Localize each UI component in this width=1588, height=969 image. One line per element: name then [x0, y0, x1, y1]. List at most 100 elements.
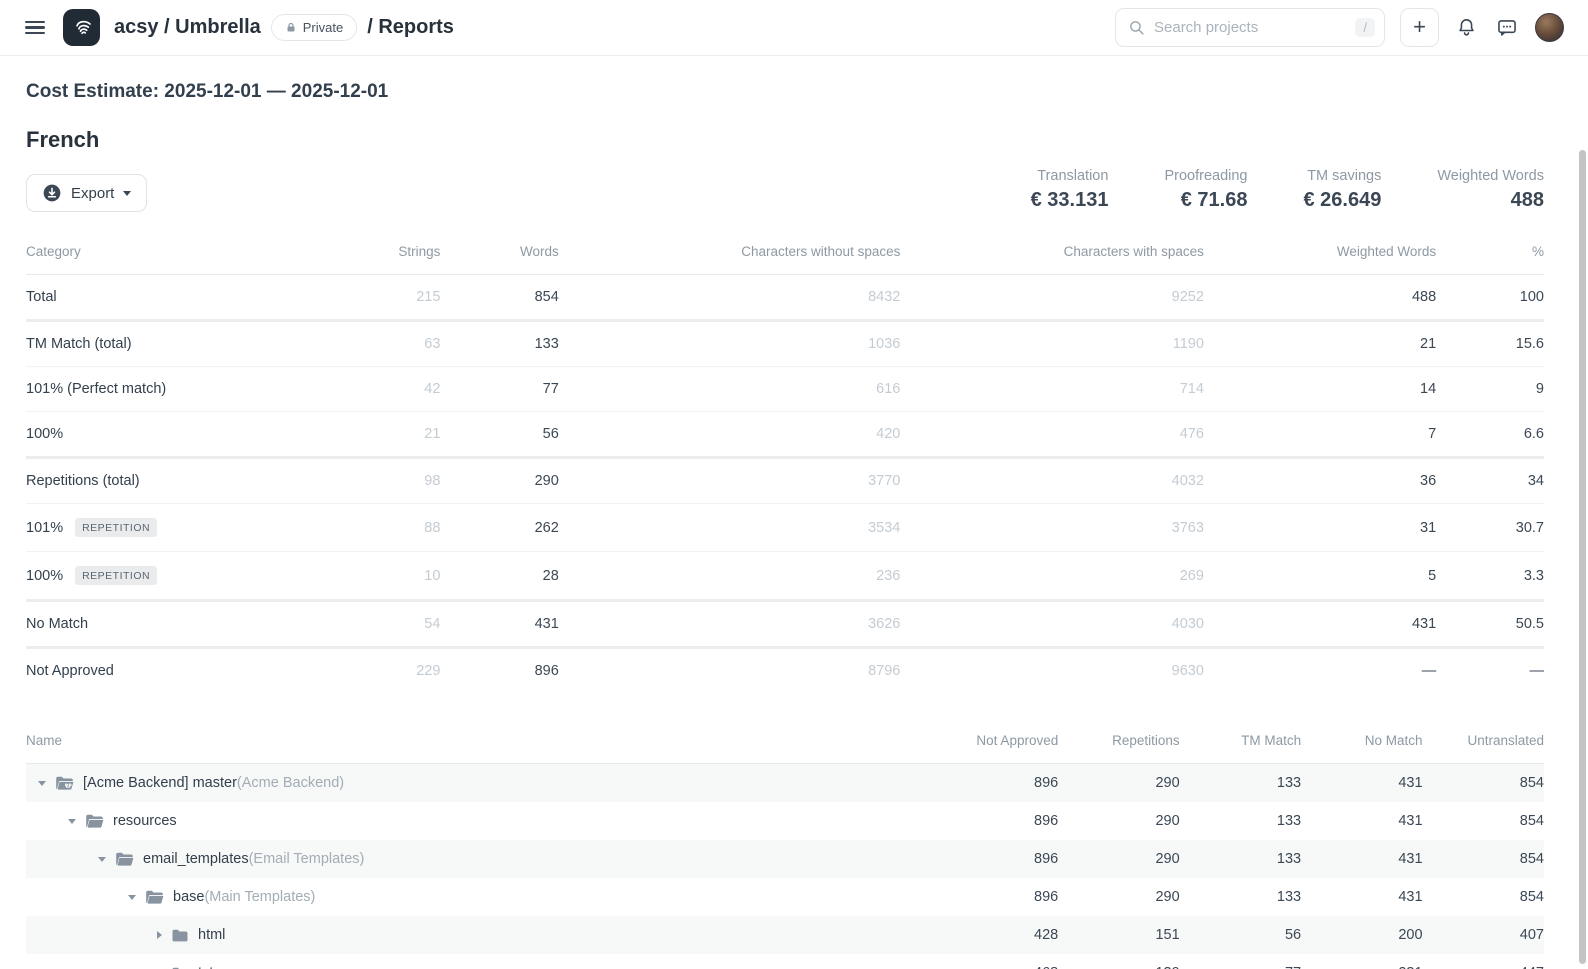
col-weighted-words: Weighted Words	[1204, 229, 1436, 275]
breadcrumb-project[interactable]: acsy / Umbrella	[114, 16, 261, 39]
chevron-down-icon	[123, 191, 131, 196]
chars-without-value: 236	[559, 552, 901, 601]
repetitions-value: 151	[1058, 916, 1179, 954]
chars-with-value: 3763	[900, 504, 1204, 552]
repetitions-value: 290	[1058, 802, 1179, 840]
chars-without-value: 8796	[559, 648, 901, 694]
chat-icon	[1496, 17, 1518, 38]
chars-without-value: 616	[559, 367, 901, 412]
file-name: txt	[198, 965, 213, 969]
strings-value: 98	[330, 458, 441, 504]
weighted-value: —	[1204, 648, 1436, 694]
untranslated-value: 854	[1423, 764, 1544, 803]
export-button-label: Export	[71, 185, 114, 202]
export-button[interactable]: Export	[26, 174, 147, 212]
tree-row-folder[interactable]: base(Main Templates) 896 290 133 431 854	[26, 878, 1544, 916]
caret-down-icon[interactable]	[38, 781, 46, 786]
page-title: Cost Estimate: 2025-12-01 — 2025-12-01	[26, 81, 1544, 103]
table-row: Total 215 854 8432 9252 488 100	[26, 275, 1544, 321]
tm-match-value: 77	[1180, 954, 1301, 969]
chars-without-value: 420	[559, 412, 901, 458]
weighted-value: 31	[1204, 504, 1436, 552]
folder-open-icon	[145, 889, 164, 905]
file-name: email_templates	[143, 851, 249, 867]
stat-value: € 33.131	[1031, 189, 1109, 212]
no-match-value: 431	[1301, 840, 1422, 878]
category-label: Repetitions (total)	[26, 473, 140, 489]
col-name: Name	[26, 718, 823, 764]
chars-with-value: 476	[900, 412, 1204, 458]
not-approved-value: 896	[823, 878, 1058, 916]
percent-value: 6.6	[1436, 412, 1544, 458]
nav-actions: / +	[1115, 8, 1564, 47]
vertical-scrollbar[interactable]	[1579, 150, 1586, 964]
table-row: Not Approved 229 896 8796 9630 — —	[26, 648, 1544, 694]
tree-row-folder[interactable]: txt 468 139 77 231 447	[26, 954, 1544, 969]
words-value: 28	[440, 552, 558, 601]
words-value: 431	[440, 601, 558, 648]
strings-value: 215	[330, 275, 441, 321]
col-words: Words	[440, 229, 558, 275]
strings-value: 54	[330, 601, 441, 648]
tree-row-folder[interactable]: resources 896 290 133 431 854	[26, 802, 1544, 840]
tree-row-branch[interactable]: [Acme Backend] master(Acme Backend) 896 …	[26, 764, 1544, 803]
messages-button[interactable]	[1494, 15, 1520, 40]
table-row: No Match 54 431 3626 4030 431 50.5	[26, 601, 1544, 648]
category-label: 101% (Perfect match)	[26, 381, 166, 397]
breadcrumb-section: / Reports	[367, 16, 454, 39]
search-box[interactable]: /	[1115, 8, 1385, 47]
words-value: 133	[440, 321, 558, 367]
col-untranslated: Untranslated	[1423, 718, 1544, 764]
logo-icon	[70, 16, 94, 40]
no-match-value: 431	[1301, 802, 1422, 840]
repetitions-value: 290	[1058, 878, 1179, 916]
table-row: 101% (Perfect match) 42 77 616 714 14 9	[26, 367, 1544, 412]
words-value: 262	[440, 504, 558, 552]
category-label: TM Match (total)	[26, 336, 132, 352]
create-project-button[interactable]: +	[1400, 8, 1439, 47]
chars-without-value: 8432	[559, 275, 901, 321]
user-avatar[interactable]	[1535, 13, 1564, 42]
file-name-suffix: (Acme Backend)	[237, 775, 344, 791]
caret-down-icon[interactable]	[98, 857, 106, 862]
tree-row-folder[interactable]: html 428 151 56 200 407	[26, 916, 1544, 954]
caret-right-icon[interactable]	[157, 931, 162, 939]
category-label: 100%	[26, 568, 63, 584]
percent-value: 50.5	[1436, 601, 1544, 648]
untranslated-value: 854	[1423, 802, 1544, 840]
app-logo[interactable]	[63, 9, 100, 46]
not-approved-value: 896	[823, 802, 1058, 840]
file-name: base	[173, 889, 204, 905]
caret-down-icon[interactable]	[68, 819, 76, 824]
private-badge: Private	[271, 14, 357, 41]
chars-with-value: 4032	[900, 458, 1204, 504]
stat-weighted-words: Weighted Words 488	[1437, 168, 1544, 212]
search-input[interactable]	[1154, 19, 1346, 36]
percent-value: 30.7	[1436, 504, 1544, 552]
col-percent: %	[1436, 229, 1544, 275]
cost-table-header-row: Category Strings Words Characters withou…	[26, 229, 1544, 275]
chars-with-value: 1190	[900, 321, 1204, 367]
folder-branch-icon	[55, 775, 74, 791]
menu-icon[interactable]	[25, 21, 45, 35]
tree-row-folder[interactable]: email_templates(Email Templates) 896 290…	[26, 840, 1544, 878]
report-page: Cost Estimate: 2025-12-01 — 2025-12-01 F…	[0, 81, 1588, 969]
repetition-badge: REPETITION	[75, 518, 157, 537]
weighted-value: 21	[1204, 321, 1436, 367]
file-name-suffix: (Email Templates)	[249, 851, 365, 867]
stat-tm-savings: TM savings € 26.649	[1303, 168, 1381, 212]
summary-stats: Translation € 33.131 Proofreading € 71.6…	[1031, 168, 1544, 212]
words-value: 854	[440, 275, 558, 321]
chars-with-value: 4030	[900, 601, 1204, 648]
notifications-button[interactable]	[1454, 15, 1479, 40]
private-badge-label: Private	[303, 20, 343, 35]
col-repetitions: Repetitions	[1058, 718, 1179, 764]
strings-value: 88	[330, 504, 441, 552]
repetitions-value: 290	[1058, 764, 1179, 803]
strings-value: 229	[330, 648, 441, 694]
folder-icon	[171, 928, 189, 943]
cost-estimate-table: Category Strings Words Characters withou…	[26, 229, 1544, 693]
col-tm-match: TM Match	[1180, 718, 1301, 764]
category-label: 101%	[26, 520, 63, 536]
caret-down-icon[interactable]	[128, 895, 136, 900]
